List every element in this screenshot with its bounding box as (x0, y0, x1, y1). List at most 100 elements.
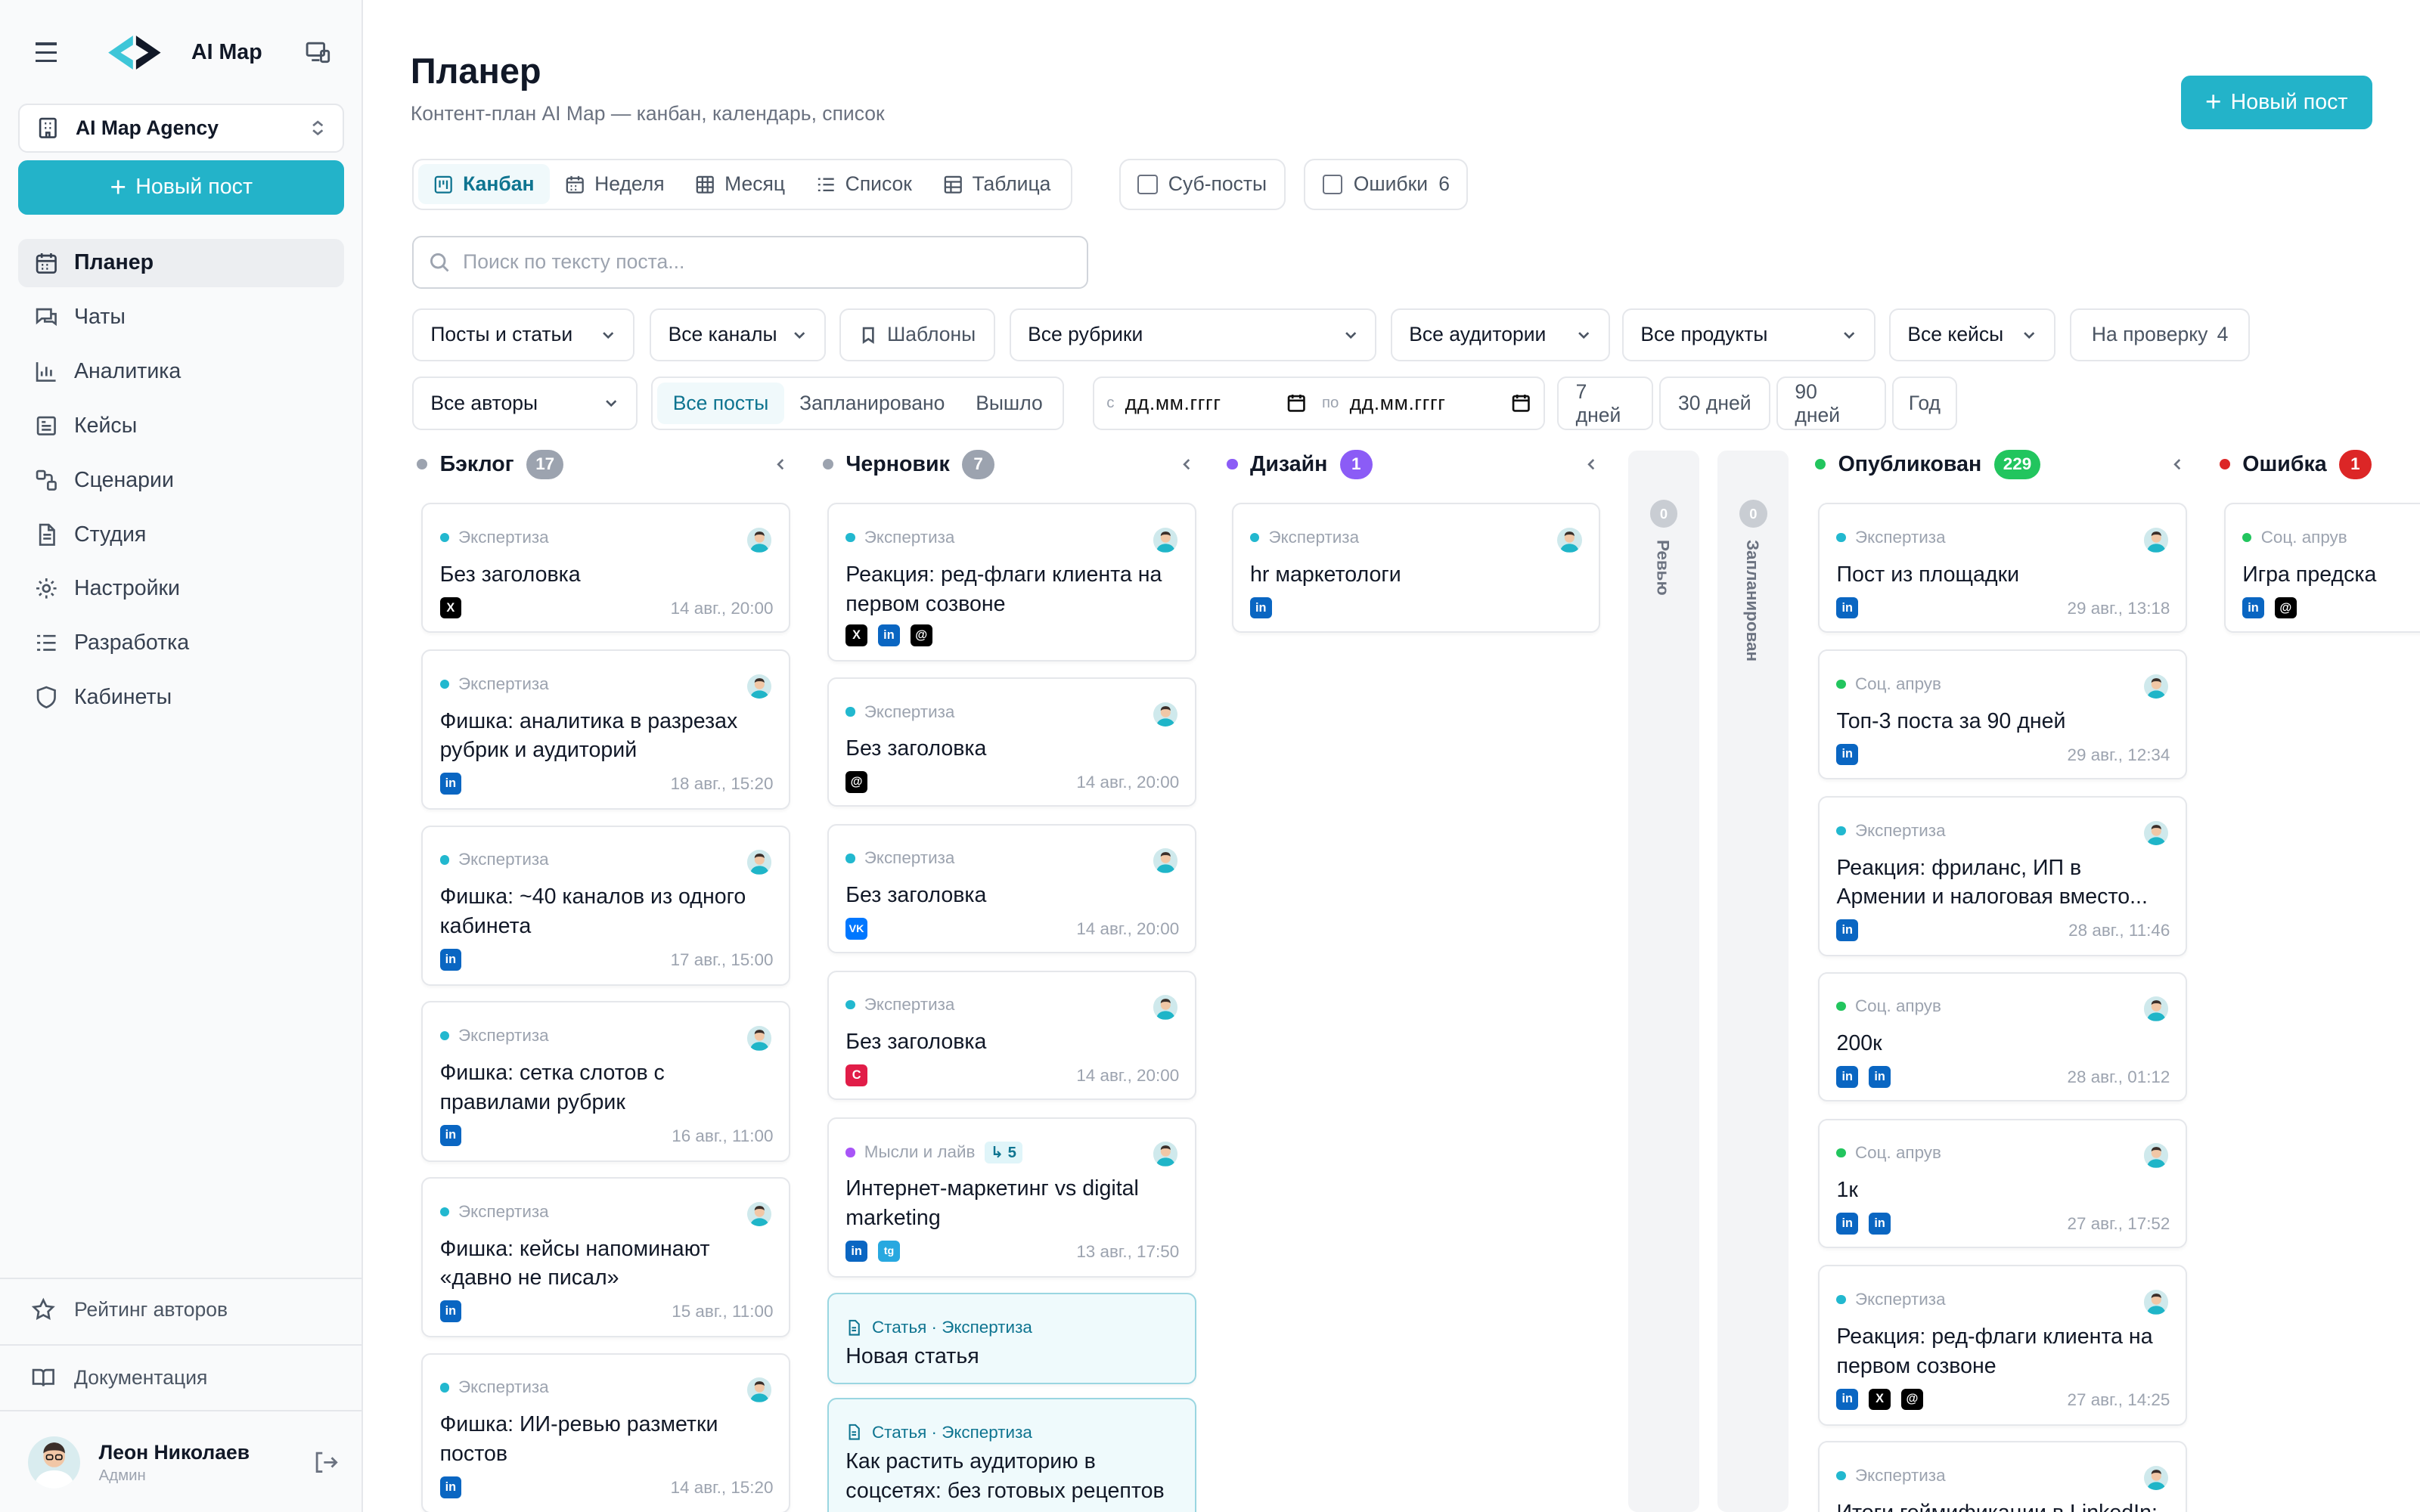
range-7-days[interactable]: 7 дней (1557, 376, 1653, 431)
menu-icon[interactable] (31, 37, 62, 68)
post-title: Фишка: ИИ-ревью разметки постов (439, 1412, 718, 1467)
post-card[interactable]: Экспертиза Без заголовка VK 14 авг., 20:00 (827, 823, 1196, 954)
products-filter[interactable]: Все продукты (1621, 308, 1876, 361)
status-tab-published[interactable]: Вышло (960, 383, 1058, 424)
range-30-days[interactable]: 30 дней (1658, 376, 1770, 431)
author-avatar (2143, 1465, 2169, 1491)
cases-filter[interactable]: Все кейсы (1888, 308, 2056, 361)
current-user[interactable]: Леон Николаев Админ (27, 1432, 340, 1494)
chevron-down-icon (606, 400, 617, 407)
post-card[interactable]: Экспертиза Фишка: аналитика в разрезах ру… (421, 649, 790, 810)
devices-icon[interactable] (302, 37, 334, 68)
post-card[interactable]: Экспертиза Без заголовка C 14 авг., 20:00 (827, 970, 1196, 1101)
column-header-backlog: Бэклог 17 (417, 448, 564, 482)
date-to-input[interactable]: дд.мм.гггг (1350, 392, 1446, 415)
new-post-button[interactable]: + Новый пост (2180, 75, 2372, 130)
post-card[interactable]: Соц. апрув 1к in in 27 авг., 17:52 (1818, 1118, 2187, 1248)
checkbox[interactable] (1137, 174, 1158, 195)
author-rating-link[interactable]: Рейтинг авторов (31, 1291, 228, 1328)
channels-filter[interactable]: Все каналы (650, 308, 826, 361)
post-card[interactable]: Экспертиза Без заголовка X 14 авг., 20:00 (421, 503, 790, 633)
logout-icon[interactable] (312, 1448, 340, 1476)
post-card[interactable]: Экспертиза Фишка: сетка слотов с правилам… (421, 1001, 790, 1162)
status-tab-scheduled[interactable]: Запланировано (784, 383, 960, 424)
collapse-icon[interactable] (773, 457, 788, 472)
collapse-icon[interactable] (2170, 457, 2185, 472)
post-card[interactable]: Экспертиза Итоги геймификации в LinkedIn: (1818, 1441, 2187, 1512)
rubric-dot (845, 854, 855, 863)
status-dot (2219, 459, 2230, 470)
star-icon (31, 1297, 55, 1321)
post-card[interactable]: Соц. апрув 200к in in 28 авг., 01:12 (1818, 971, 2187, 1102)
tab-table[interactable]: Таблица (927, 164, 1066, 204)
post-card[interactable]: Экспертиза Фишка: ~40 каналов из одного к… (421, 825, 790, 987)
sidebar-item-studio[interactable]: Студия (18, 510, 344, 558)
channel-list: in (439, 949, 462, 971)
sidebar-item-cases[interactable]: Кейсы (18, 402, 344, 450)
post-card[interactable]: Экспертиза hr маркетологи in (1231, 503, 1601, 633)
channel-list: in (1249, 596, 1272, 619)
channel-li-icon: in (439, 1300, 462, 1322)
review-filter-button[interactable]: На проверку 4 (2069, 308, 2251, 361)
sidebar-item-analytics[interactable]: Аналитика (18, 348, 344, 395)
sidebar-item-chats[interactable]: Чаты (18, 293, 344, 341)
plus-icon: + (110, 171, 126, 203)
subposts-toggle[interactable]: Суб-посты (1118, 159, 1286, 210)
post-card[interactable]: Экспертиза Реакция: ред-флаги клиента на … (1818, 1265, 2187, 1426)
post-card[interactable]: Соц. апрув Игра предска in @ (2223, 503, 2420, 633)
post-card[interactable]: Экспертиза Без заголовка @14 авг., 20:00 (827, 677, 1196, 807)
post-card[interactable]: Статья · Экспертиза Новая статья (827, 1293, 1196, 1384)
post-card[interactable]: Экспертиза Пост из площадки in 29 авг., 13:… (1818, 503, 2187, 633)
document-icon (849, 1319, 861, 1336)
collapsed-column-review[interactable]: 0 Ревью (1628, 450, 1699, 1512)
sidebar-item-development[interactable]: Разработка (18, 619, 344, 667)
table-icon (944, 175, 962, 194)
post-card[interactable]: Мысли и лайв ↳ 5 Интернет-маркетинг vs dig… (827, 1117, 1196, 1278)
calendar-icon[interactable] (1286, 393, 1307, 414)
rubric-tag: Экспертиза (439, 1026, 549, 1046)
sidebar-item-planner[interactable]: Планер (18, 239, 345, 287)
post-card[interactable]: Экспертиза Фишка: кейсы напоминают «давно… (421, 1177, 790, 1338)
chevron-down-icon (1578, 331, 1589, 339)
rubric-tag: Статья · Экспертиза (845, 1423, 1032, 1442)
post-title: Фишка: аналитика в разрезах рубрик и ауд… (439, 708, 738, 763)
post-card[interactable]: Соц. апрув Топ-3 поста за 90 дней in 29 авг… (1818, 649, 2187, 779)
collapse-icon[interactable] (1584, 457, 1599, 472)
checkbox[interactable] (1322, 174, 1343, 195)
post-card[interactable]: Экспертиза Реакция: фриланс, ИП в Армении… (1818, 796, 2187, 957)
channel-li-icon: in (1836, 1213, 1859, 1235)
tab-list[interactable]: Список (801, 164, 928, 204)
date-from-input[interactable]: дд.мм.гггг (1125, 392, 1221, 415)
status-tab-all[interactable]: Все посты (657, 383, 784, 425)
tab-month[interactable]: Месяц (680, 164, 801, 204)
search-input[interactable] (463, 250, 1072, 274)
collapsed-column-scheduled[interactable]: 0 Запланирован (1717, 450, 1789, 1512)
authors-filter[interactable]: Все авторы (411, 376, 638, 431)
tab-kanban[interactable]: Канбан (417, 164, 550, 205)
collapse-icon[interactable] (1179, 457, 1194, 472)
post-card[interactable]: Статья · Экспертиза Как растить аудиторию… (827, 1397, 1196, 1512)
type-filter[interactable]: Посты и статьи (411, 308, 634, 361)
post-title: Интернет-маркетинг vs digital marketing (845, 1176, 1139, 1230)
channel-th-icon: @ (910, 624, 932, 647)
sidebar-new-post-button[interactable]: + Новый пост (18, 160, 345, 215)
rubrics-filter[interactable]: Все рубрики (1009, 308, 1377, 361)
audiences-filter[interactable]: Все аудитории (1390, 308, 1610, 361)
plus-icon: + (2204, 86, 2222, 118)
sidebar-item-scenarios[interactable]: Сценарии (18, 457, 344, 504)
sidebar-item-settings[interactable]: Настройки (18, 565, 344, 612)
errors-toggle[interactable]: Ошибки 6 (1304, 159, 1469, 210)
templates-button[interactable]: Шаблоны (839, 308, 996, 361)
range-90-days[interactable]: 90 дней (1776, 376, 1886, 431)
post-card[interactable]: Экспертиза Фишка: ИИ-ревью разметки посто… (421, 1352, 790, 1512)
author-avatar (746, 527, 772, 553)
range-year[interactable]: Год (1892, 376, 1957, 431)
sidebar-item-cabinets[interactable]: Кабинеты (18, 674, 344, 721)
tab-week[interactable]: Неделя (550, 164, 680, 204)
calendar-icon[interactable] (1511, 393, 1531, 414)
post-title: Итоги геймификации в LinkedIn: (1836, 1498, 2167, 1512)
post-card[interactable]: Экспертиза Реакция: ред-флаги клиента на … (827, 503, 1196, 662)
rubric-tag: Экспертиза (439, 1377, 549, 1397)
documentation-link[interactable]: Документация (31, 1359, 207, 1396)
organization-switcher[interactable]: AI Map Agency (18, 103, 345, 153)
